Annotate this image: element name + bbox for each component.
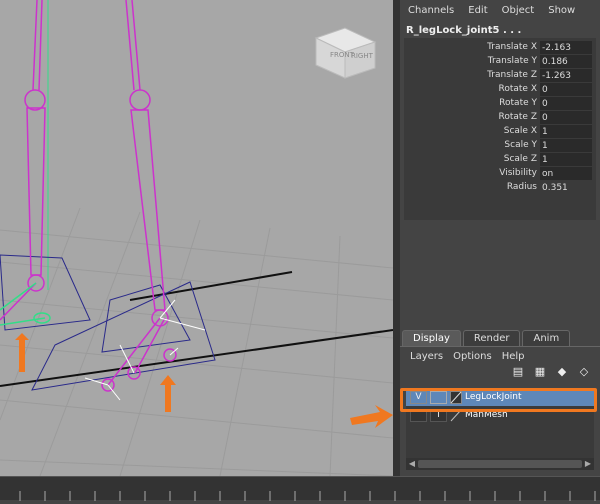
viewcube-right-label: RIGHT	[351, 52, 374, 60]
attr-rotate-x: Rotate X0	[404, 82, 596, 96]
orange-arrow-layer	[350, 405, 393, 428]
menu-edit[interactable]: Edit	[468, 5, 487, 17]
attr-translate-x: Translate X -2.163	[404, 40, 596, 54]
channel-box-menubar: Channels Edit Object Show	[400, 0, 600, 22]
menu-layers[interactable]: Layers	[410, 351, 443, 362]
highlight-box	[400, 388, 597, 412]
menu-show[interactable]: Show	[548, 5, 575, 17]
attr-scale-x: Scale X1	[404, 124, 596, 138]
orange-arrow-right-foot	[160, 375, 176, 412]
attr-value[interactable]: 0	[540, 110, 592, 124]
attr-value[interactable]: 0	[540, 96, 592, 110]
menu-options[interactable]: Options	[453, 351, 492, 362]
ground-grid	[0, 207, 393, 476]
grid-axis-line	[129, 271, 293, 301]
new-layer-selected-icon[interactable]: ▦	[532, 365, 548, 379]
channel-box: Channels Edit Object Show R_legLock_join…	[400, 0, 600, 330]
layer-editor-menubar: Layers Options Help	[400, 347, 600, 365]
attr-label[interactable]: Scale Z	[404, 152, 540, 166]
joint-handles	[84, 299, 206, 401]
viewport-scene: FRONT RIGHT	[0, 0, 393, 476]
scroll-right-icon[interactable]: ▶	[582, 458, 594, 470]
new-layer-icon[interactable]: ▤	[510, 365, 526, 379]
time-slider[interactable]	[0, 476, 600, 501]
attr-radius: Radius 0.351	[404, 180, 596, 194]
selected-node-name[interactable]: R_legLock_joint5 . . .	[400, 22, 600, 38]
menu-help[interactable]: Help	[502, 351, 525, 362]
attr-value[interactable]: 0	[540, 82, 592, 96]
tab-anim[interactable]: Anim	[522, 330, 571, 346]
attr-rotate-y: Rotate Y0	[404, 96, 596, 110]
orange-arrow-left-foot	[15, 333, 29, 372]
attr-rotate-z: Rotate Z0	[404, 110, 596, 124]
viewcube[interactable]: FRONT RIGHT	[314, 27, 377, 79]
move-up-icon[interactable]: ◆	[554, 365, 570, 379]
attr-value[interactable]: 1	[540, 124, 592, 138]
attr-value[interactable]: 1	[540, 138, 592, 152]
attr-label[interactable]: Visibility	[404, 166, 540, 180]
panel-divider[interactable]	[393, 0, 400, 476]
tab-display[interactable]: Display	[402, 330, 461, 346]
move-down-icon[interactable]: ◇	[576, 365, 592, 379]
attr-label[interactable]: Translate X	[404, 40, 540, 54]
attr-label[interactable]: Scale Y	[404, 138, 540, 152]
attr-label[interactable]: Rotate X	[404, 82, 540, 96]
scroll-track[interactable]	[418, 460, 582, 468]
layer-toolbar: ▤ ▦ ◆ ◇	[400, 365, 600, 383]
attr-translate-z: Translate Z -1.263	[404, 68, 596, 82]
layer-scrollbar[interactable]: ◀ ▶	[406, 458, 594, 470]
attr-label[interactable]: Rotate Z	[404, 110, 540, 124]
timeline-ticks	[19, 491, 596, 501]
attr-label[interactable]: Rotate Y	[404, 96, 540, 110]
attr-translate-y: Translate Y 0.186	[404, 54, 596, 68]
attr-visibility: Visibility on	[404, 166, 596, 180]
attr-label[interactable]: Scale X	[404, 124, 540, 138]
attr-value[interactable]: -1.263	[540, 68, 592, 82]
attr-value[interactable]: 0.351	[540, 181, 592, 194]
attr-value[interactable]: -2.163	[540, 40, 592, 54]
attr-value[interactable]: 0.186	[540, 54, 592, 68]
attr-label[interactable]: Radius	[404, 180, 540, 194]
attr-scale-z: Scale Z1	[404, 152, 596, 166]
attr-label[interactable]: Translate Y	[404, 54, 540, 68]
attr-value[interactable]: on	[540, 166, 592, 180]
layer-editor-tabs: Display Render Anim	[400, 330, 600, 347]
scroll-left-icon[interactable]: ◀	[406, 458, 418, 470]
perspective-viewport[interactable]: FRONT RIGHT	[0, 0, 393, 476]
attr-value[interactable]: 1	[540, 152, 592, 166]
attribute-list: Translate X -2.163 Translate Y 0.186 Trans…	[404, 38, 596, 220]
attr-scale-y: Scale Y1	[404, 138, 596, 152]
tab-render[interactable]: Render	[462, 330, 521, 346]
leg-joints	[0, 0, 177, 392]
menu-object[interactable]: Object	[502, 5, 535, 17]
menu-channels[interactable]: Channels	[408, 5, 454, 17]
attr-label[interactable]: Translate Z	[404, 68, 540, 82]
